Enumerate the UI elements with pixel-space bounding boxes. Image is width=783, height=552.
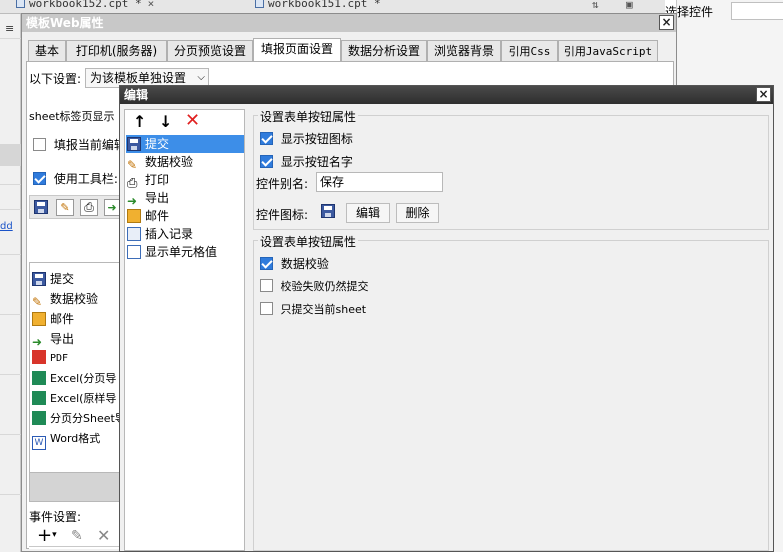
edit-dialog: 编辑 × ↑ ↓ ✕ 提交 ✎ 数据校验 ⎙ 打印 ➜ 导出 邮件 插入记录 显示单元… <box>119 85 774 552</box>
list-item[interactable]: PDF <box>32 349 68 369</box>
list-item[interactable]: Excel(分页导 <box>32 369 116 389</box>
pencil-icon[interactable]: ✎ <box>56 199 74 216</box>
list-item[interactable]: 分页分Sheet导 <box>32 409 126 429</box>
word-icon: W <box>32 436 46 450</box>
move-up-icon[interactable]: ↑ <box>133 112 146 131</box>
save-icon <box>127 137 141 151</box>
edit-item-show-cell-value[interactable]: 显示单元格值 <box>127 242 217 262</box>
use-toolbar-checkbox[interactable] <box>33 172 46 185</box>
icon-label: 控件图标: <box>256 208 309 222</box>
list-scroll-area[interactable] <box>29 472 121 502</box>
submit-on-fail-row[interactable]: 校验失败仍然提交 <box>260 278 369 294</box>
list-item[interactable]: 邮件 <box>32 309 74 329</box>
tab-printer-server[interactable]: 打印机(服务器) <box>66 40 167 62</box>
workbook-icon <box>16 0 25 8</box>
move-down-icon[interactable]: ↓ <box>159 112 172 131</box>
list-item[interactable]: 提交 <box>32 269 74 289</box>
list-item[interactable]: Excel(原样导 <box>32 389 116 409</box>
tab-basic[interactable]: 基本 <box>28 40 66 62</box>
edit-item-submit[interactable]: 提交 <box>127 134 169 154</box>
sort-icon[interactable]: ⇅ <box>592 0 599 14</box>
event-list <box>29 546 121 549</box>
button-props-group-2: 设置表单按钮属性 数据校验 校验失败仍然提交 只提交当前sheet <box>253 233 769 551</box>
mail-icon <box>32 312 46 326</box>
remove-icon[interactable]: ✕ <box>185 110 200 131</box>
close-icon[interactable]: × <box>148 0 155 10</box>
show-icon-row[interactable]: 显示按钮图标 <box>260 130 353 147</box>
alias-input[interactable]: 保存 <box>316 172 443 192</box>
edit-event-icon[interactable]: ✎ <box>71 528 83 544</box>
show-name-checkbox[interactable] <box>260 155 273 168</box>
file-tab-workbook151[interactable]: workbook151.cpt * <box>255 0 381 13</box>
alias-label: 控件别名: <box>256 177 309 191</box>
toolbar-button-list: 提交 ✎ 数据校验 邮件 ➜ 导出 PDF Excel(分页导 Excel(原样导 … <box>29 262 126 474</box>
workbook-icon <box>255 0 264 8</box>
outer-dialog-title: 模板Web属性 <box>26 16 104 30</box>
mail-icon <box>127 209 141 223</box>
use-toolbar-checkbox-row[interactable]: 使用工具栏: <box>33 170 118 187</box>
add-event-icon[interactable]: +▾ <box>37 526 57 545</box>
file-tab-workbook152[interactable]: workbook152.cpt * × <box>16 0 154 13</box>
export-icon: ➜ <box>32 335 43 349</box>
menu-icon[interactable]: ≡ <box>5 22 14 35</box>
tab-browser-background[interactable]: 浏览器背景 <box>427 40 501 62</box>
save-icon[interactable] <box>34 200 48 214</box>
delete-event-icon[interactable]: ✕ <box>97 526 110 545</box>
edit-icon-button[interactable]: 编辑 <box>346 203 390 223</box>
list-item[interactable]: ➜ 导出 <box>32 329 74 349</box>
export-icon[interactable]: ➜ <box>104 199 120 216</box>
print-icon[interactable]: ⎙ <box>80 199 98 216</box>
edit-item-mail[interactable]: 邮件 <box>127 206 169 226</box>
edit-item-panel: ↑ ↓ ✕ 提交 ✎ 数据校验 ⎙ 打印 ➜ 导出 邮件 插入记录 显示单元格值 <box>124 109 245 551</box>
select-widget-input[interactable] <box>731 2 783 20</box>
outer-close-button[interactable]: × <box>659 15 674 30</box>
edit-close-button[interactable]: × <box>756 87 771 102</box>
edit-title-bar: 编辑 × <box>120 86 773 104</box>
fill-current-checkbox[interactable] <box>33 138 46 151</box>
submit-current-row[interactable]: 只提交当前sheet <box>260 301 366 317</box>
tab-fill-page[interactable]: 填报页面设置 <box>253 38 341 63</box>
insert-record-icon <box>127 227 141 241</box>
tab-page-preview[interactable]: 分页预览设置 <box>167 40 253 62</box>
submit-on-fail-checkbox[interactable] <box>260 279 273 292</box>
pencil-icon: ✎ <box>32 295 43 309</box>
file-tab-bar: workbook152.cpt * × workbook151.cpt * ⇅ ▣ <box>0 0 665 14</box>
submit-current-checkbox[interactable] <box>260 302 273 315</box>
toolbar-preview: ✎ ⎙ ➜ <box>29 195 121 219</box>
save-icon <box>321 204 335 218</box>
validate-row[interactable]: 数据校验 <box>260 255 329 272</box>
cell-value-icon <box>127 245 141 259</box>
outer-title-bar: 模板Web属性 × <box>22 14 676 32</box>
edit-item-print[interactable]: ⎙ 打印 <box>127 170 169 191</box>
edit-item-insert-record[interactable]: 插入记录 <box>127 224 193 244</box>
list-item[interactable]: W Word格式 <box>32 429 100 450</box>
show-icon-checkbox[interactable] <box>260 132 273 145</box>
show-name-row[interactable]: 显示按钮名字 <box>260 153 353 170</box>
pdf-icon <box>32 350 46 364</box>
main-left-strip: ≡ dd <box>0 14 21 552</box>
excel-icon <box>32 391 46 405</box>
fill-current-checkbox-row[interactable]: 填报当前编辑 <box>33 136 126 153</box>
tab-javascript[interactable]: 引用JavaScript <box>558 40 658 62</box>
edit-item-export[interactable]: ➜ 导出 <box>127 188 169 208</box>
excel-icon <box>32 371 46 385</box>
edit-item-validate[interactable]: ✎ 数据校验 <box>127 152 193 172</box>
list-item[interactable]: ✎ 数据校验 <box>32 289 98 309</box>
layout-icon[interactable]: ▣ <box>626 0 633 14</box>
group-1-title: 设置表单按钮属性 <box>258 108 359 125</box>
group-2-title: 设置表单按钮属性 <box>258 233 359 250</box>
delete-icon-button[interactable]: 删除 <box>396 203 439 223</box>
save-icon <box>32 272 46 286</box>
selected-row <box>0 144 21 166</box>
event-settings-label: 事件设置: <box>29 510 82 524</box>
button-props-group-1: 设置表单按钮属性 显示按钮图标 显示按钮名字 控件别名: 保存 控件图标: 编辑… <box>253 108 769 230</box>
tab-css[interactable]: 引用Css <box>501 40 558 62</box>
tab-data-analysis[interactable]: 数据分析设置 <box>341 40 427 62</box>
following-settings-label: 以下设置: <box>29 72 82 86</box>
edit-dialog-title: 编辑 <box>124 88 149 102</box>
sheet-tab-label: sheet标签页显示 <box>29 110 115 123</box>
validate-checkbox[interactable] <box>260 257 273 270</box>
excel-icon <box>32 411 46 425</box>
left-link[interactable]: dd <box>0 221 13 232</box>
